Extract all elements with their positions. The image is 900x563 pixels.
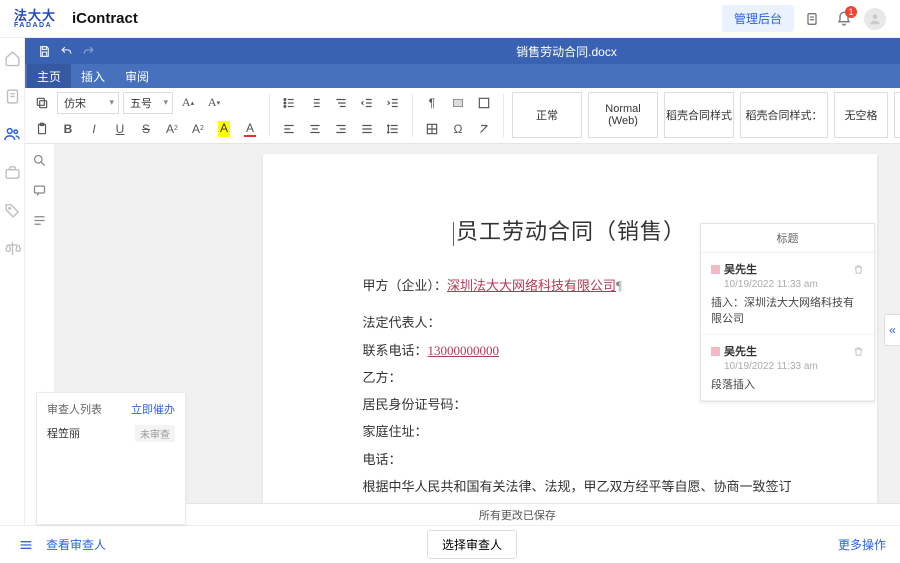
style-current[interactable]: 正常 bbox=[512, 92, 582, 138]
line-tel: 电话： bbox=[337, 446, 803, 473]
editor-menubar: 主页 插入 审阅 1 bbox=[25, 64, 900, 88]
comment-item[interactable]: 吴先生 10/19/2022 11:33 am 段落插入 bbox=[701, 335, 874, 401]
style-option-4[interactable]: Default Paragra bbox=[894, 92, 900, 138]
bullet-list-icon[interactable] bbox=[278, 92, 300, 114]
editor-titlebar: 销售劳动合同.docx 吴先生 bbox=[25, 38, 900, 64]
comment-time: 10/19/2022 11:33 am bbox=[724, 361, 864, 372]
comment-icon[interactable] bbox=[30, 180, 50, 200]
phone-link[interactable]: 13000000000 bbox=[428, 343, 500, 358]
nav-scale-icon[interactable] bbox=[0, 236, 24, 260]
tab-insert[interactable]: 插入 bbox=[71, 64, 115, 88]
subscript-icon[interactable]: A2 bbox=[187, 118, 209, 140]
view-reviewers-link[interactable]: 查看审查人 bbox=[46, 536, 106, 553]
undo-icon[interactable] bbox=[55, 40, 77, 62]
style-option-0[interactable]: Normal (Web) bbox=[588, 92, 658, 138]
strike-icon[interactable]: S bbox=[135, 118, 157, 140]
app-name: iContract bbox=[72, 10, 138, 27]
delete-comment-icon[interactable] bbox=[853, 264, 864, 275]
nav-doc-icon[interactable] bbox=[0, 84, 24, 108]
left-nav bbox=[0, 38, 25, 563]
comment-time: 10/19/2022 11:33 am bbox=[724, 279, 864, 290]
shading-icon[interactable] bbox=[447, 92, 469, 114]
comment-color-swatch bbox=[711, 347, 720, 356]
shrink-font-icon[interactable]: A▾ bbox=[203, 92, 225, 114]
document-filename: 销售劳动合同.docx bbox=[99, 43, 900, 60]
reviewer-panel-title: 审查人列表 bbox=[47, 401, 102, 417]
clear-format-icon[interactable] bbox=[473, 118, 495, 140]
save-status: 所有更改已保存 bbox=[101, 507, 900, 523]
delete-comment-icon[interactable] bbox=[853, 346, 864, 357]
reviewer-panel: 审查人列表 立即催办 程笠丽 未审查 bbox=[36, 392, 186, 525]
grow-font-icon[interactable]: A▴ bbox=[177, 92, 199, 114]
line-spacing-icon[interactable] bbox=[382, 118, 404, 140]
paste-icon[interactable] bbox=[31, 118, 53, 140]
copy-icon[interactable] bbox=[31, 92, 53, 114]
redo-icon[interactable] bbox=[77, 40, 99, 62]
notification-bell-icon[interactable]: 1 bbox=[830, 5, 858, 33]
collapse-sidebar-icon[interactable]: « bbox=[884, 314, 900, 346]
align-right-icon[interactable] bbox=[330, 118, 352, 140]
comments-panel: 标题 吴先生 10/19/2022 11:33 am 插入：深圳法大大网络科技有… bbox=[700, 223, 875, 402]
user-avatar[interactable] bbox=[864, 8, 886, 30]
brand-bottom: FADADA bbox=[14, 22, 56, 29]
font-color-icon[interactable]: A bbox=[239, 118, 261, 140]
menu-icon[interactable] bbox=[14, 533, 38, 557]
reviewer-status: 未审查 bbox=[135, 425, 175, 442]
italic-icon[interactable]: I bbox=[83, 118, 105, 140]
nav-people-icon[interactable] bbox=[0, 122, 24, 146]
comment-color-swatch bbox=[711, 265, 720, 274]
bold-icon[interactable]: B bbox=[57, 118, 79, 140]
align-center-icon[interactable] bbox=[304, 118, 326, 140]
reviewer-name: 程笠丽 bbox=[47, 425, 80, 442]
table-icon[interactable] bbox=[421, 118, 443, 140]
nav-home-icon[interactable] bbox=[0, 46, 24, 70]
comment-text: 段落插入 bbox=[711, 376, 864, 392]
special-char-icon[interactable]: Ω bbox=[447, 118, 469, 140]
style-option-1[interactable]: 稻壳合同样式 bbox=[664, 92, 734, 138]
superscript-icon[interactable]: A2 bbox=[161, 118, 183, 140]
remind-link[interactable]: 立即催办 bbox=[131, 401, 175, 417]
notification-badge: 1 bbox=[845, 6, 857, 18]
borders-icon[interactable] bbox=[473, 92, 495, 114]
admin-console-button[interactable]: 管理后台 bbox=[722, 5, 794, 32]
tab-home[interactable]: 主页 bbox=[27, 64, 71, 88]
status-bar: 所有更改已保存 − 缩放%120 + bbox=[91, 503, 900, 525]
font-size-select[interactable]: 五号 bbox=[123, 92, 173, 114]
comment-text: 插入：深圳法大大网络科技有限公司 bbox=[711, 294, 864, 326]
paragraph-mark-icon[interactable]: ¶ bbox=[421, 92, 443, 114]
search-icon[interactable] bbox=[30, 150, 50, 170]
comments-header: 标题 bbox=[701, 224, 874, 253]
style-option-3[interactable]: 无空格 bbox=[834, 92, 888, 138]
justify-icon[interactable] bbox=[356, 118, 378, 140]
nav-tag-icon[interactable] bbox=[0, 198, 24, 222]
style-option-2[interactable]: 稻壳合同样式： bbox=[740, 92, 828, 138]
align-left-icon[interactable] bbox=[278, 118, 300, 140]
outdent-icon[interactable] bbox=[356, 92, 378, 114]
indent-icon[interactable] bbox=[382, 92, 404, 114]
more-actions-link[interactable]: 更多操作 bbox=[838, 536, 886, 553]
highlight-icon[interactable]: A bbox=[213, 118, 235, 140]
brand-top: 法大大 bbox=[14, 9, 56, 22]
page-footer: 查看审查人 选择审查人 更多操作 bbox=[0, 525, 900, 563]
select-reviewer-button[interactable]: 选择审查人 bbox=[427, 530, 517, 559]
clipboard-icon[interactable] bbox=[798, 5, 826, 33]
comment-item[interactable]: 吴先生 10/19/2022 11:33 am 插入：深圳法大大网络科技有限公司 bbox=[701, 253, 874, 335]
font-family-select[interactable]: 仿宋 bbox=[57, 92, 119, 114]
party-a-link[interactable]: 深圳法大大网络科技有限公司 bbox=[447, 278, 616, 293]
underline-icon[interactable]: U bbox=[109, 118, 131, 140]
number-list-icon[interactable] bbox=[304, 92, 326, 114]
outline-icon[interactable] bbox=[30, 210, 50, 230]
app-header: 法大大 FADADA iContract 管理后台 1 bbox=[0, 0, 900, 38]
save-icon[interactable] bbox=[33, 40, 55, 62]
nav-briefcase-icon[interactable] bbox=[0, 160, 24, 184]
editor-ribbon: 仿宋 五号 A▴ A▾ B I U S A2 A2 A A bbox=[25, 88, 900, 144]
reviewer-row: 程笠丽 未审查 bbox=[47, 425, 175, 442]
line-address: 家庭住址： bbox=[337, 418, 803, 445]
tab-review[interactable]: 审阅 bbox=[115, 64, 159, 88]
brand-logo: 法大大 FADADA bbox=[14, 9, 56, 29]
multilevel-list-icon[interactable] bbox=[330, 92, 352, 114]
